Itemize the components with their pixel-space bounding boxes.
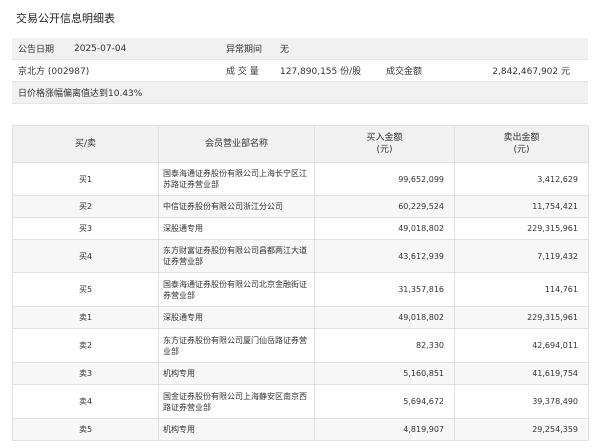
row-name: 国金证券股份有限公司上海静安区南京西路证券营业部 [158, 384, 315, 419]
row-side: 买5 [12, 272, 159, 307]
table-row: 买3 深股通专用 49,018,802 229,315,961 [12, 217, 589, 240]
header-buy-label: 买入金额 [366, 133, 403, 143]
row-side: 卖2 [12, 328, 159, 363]
row-name: 国泰海通证券股份有限公司上海长宁区江苏路证券营业部 [158, 162, 315, 196]
row-sell: 11,754,421 [454, 195, 589, 218]
table-row: 卖3 机构专用 5,160,851 41,619,754 [12, 362, 589, 385]
header-side: 买/卖 [12, 125, 159, 163]
row-buy: 4,819,907 [314, 418, 455, 441]
row-side: 买4 [12, 239, 159, 273]
row-sell: 114,761 [454, 272, 589, 307]
table-row: 买1 国泰海通证券股份有限公司上海长宁区江苏路证券营业部 99,652,099 3,4… [12, 162, 589, 196]
page-title: 交易公开信息明细表 [16, 12, 115, 25]
trade-table: 买/卖 会员营业部名称 买入金额 (元) 卖出金额 (元) 买1 国泰海通证券股份有限… [12, 125, 589, 441]
header-sell: 卖出金额 (元) [454, 125, 589, 163]
row-side: 买2 [12, 195, 159, 218]
abnormal-value: 无 [274, 38, 588, 60]
row-name: 中信证券股份有限公司浙江分公司 [158, 195, 315, 218]
row-sell: 39,378,490 [454, 384, 589, 419]
row-buy: 49,018,802 [314, 217, 455, 240]
abnormal-label: 异常期间 [220, 38, 274, 60]
stock-name: 京北方 (002987) [12, 59, 220, 82]
table-row: 买4 东方财富证券股份有限公司昌都两江大道证券营业部 43,612,939 7,119… [12, 239, 589, 273]
row-sell: 7,119,432 [454, 239, 589, 273]
row-buy: 82,330 [314, 328, 455, 363]
volume-label: 成 交 量 [220, 59, 274, 82]
date-label: 公告日期 [12, 38, 68, 60]
row-side: 卖1 [12, 306, 159, 329]
row-buy: 49,018,802 [314, 306, 455, 329]
row-name: 东方财富证券股份有限公司昌都两江大道证券营业部 [158, 239, 315, 273]
row-buy: 5,160,851 [314, 362, 455, 385]
row-name: 机构专用 [158, 418, 315, 441]
amount-value: 2,842,467,902 元 [440, 59, 588, 82]
row-name: 深股通专用 [158, 217, 315, 240]
row-side: 买3 [12, 217, 159, 240]
reason-text: 日价格涨幅偏离值达到10.43% [12, 81, 588, 104]
row-side: 买1 [12, 162, 159, 196]
table-row: 卖2 东方证券股份有限公司厦门仙岳路证券营业部 82,330 42,694,011 [12, 328, 589, 363]
amount-label: 成交金额 [380, 59, 440, 82]
header-sell-label: 卖出金额 [503, 133, 540, 143]
date-value: 2025-07-04 [68, 38, 220, 60]
row-sell: 3,412,629 [454, 162, 589, 196]
header-buy: 买入金额 (元) [314, 125, 455, 163]
row-buy: 5,694,672 [314, 384, 455, 419]
table-row: 买5 国泰海通证券股份有限公司北京金融街证券营业部 31,357,816 114,76… [12, 272, 589, 307]
row-sell: 229,315,961 [454, 217, 589, 240]
row-side: 卖5 [12, 418, 159, 441]
info-table: 公告日期 2025-07-04 异常期间 无 京北方 (002987) 成 交 … [12, 38, 588, 104]
row-name: 东方证券股份有限公司厦门仙岳路证券营业部 [158, 328, 315, 363]
row-sell: 41,619,754 [454, 362, 589, 385]
row-side: 卖3 [12, 362, 159, 385]
row-buy: 60,229,524 [314, 195, 455, 218]
row-sell: 42,694,011 [454, 328, 589, 363]
row-name: 深股通专用 [158, 306, 315, 329]
row-name: 国泰海通证券股份有限公司北京金融街证券营业部 [158, 272, 315, 307]
table-row: 卖5 机构专用 4,819,907 29,254,359 [12, 418, 589, 441]
table-row: 卖1 深股通专用 49,018,802 229,315,961 [12, 306, 589, 329]
header-name: 会员营业部名称 [158, 125, 315, 163]
table-row: 买2 中信证券股份有限公司浙江分公司 60,229,524 11,754,421 [12, 195, 589, 218]
row-sell: 229,315,961 [454, 306, 589, 329]
row-sell: 29,254,359 [454, 418, 589, 441]
volume-value: 127,890,155 份/股 [274, 59, 380, 82]
row-side: 卖4 [12, 384, 159, 419]
row-buy: 31,357,816 [314, 272, 455, 307]
header-sell-unit: (元) [513, 145, 530, 155]
row-buy: 99,652,099 [314, 162, 455, 196]
row-name: 机构专用 [158, 362, 315, 385]
row-buy: 43,612,939 [314, 239, 455, 273]
table-row: 卖4 国金证券股份有限公司上海静安区南京西路证券营业部 5,694,672 39,37… [12, 384, 589, 419]
header-buy-unit: (元) [376, 145, 393, 155]
